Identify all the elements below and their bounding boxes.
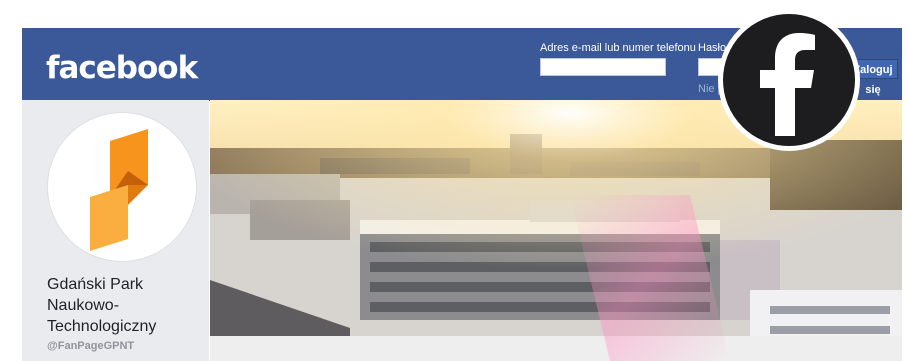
password-label: Hasło [698, 42, 727, 54]
page-name[interactable]: Gdański Park Naukowo- Technologiczny [47, 274, 207, 337]
facebook-badge [718, 9, 860, 151]
profile-picture[interactable] [47, 112, 197, 262]
page-handle[interactable]: @FanPageGPNT [47, 340, 134, 352]
page-sidebar: Gdański Park Naukowo- Technologiczny @Fa… [22, 100, 209, 361]
page-name-line-3: Technologiczny [47, 318, 157, 335]
gpnt-logo-icon [90, 129, 148, 251]
facebook-f-icon [760, 33, 815, 136]
page-name-line-2: Naukowo- [47, 297, 120, 314]
email-label: Adres e-mail lub numer telefonu [540, 42, 696, 54]
facebook-logo[interactable]: facebook [46, 50, 198, 86]
page-name-line-1: Gdański Park [47, 276, 144, 293]
email-input[interactable] [540, 58, 666, 76]
